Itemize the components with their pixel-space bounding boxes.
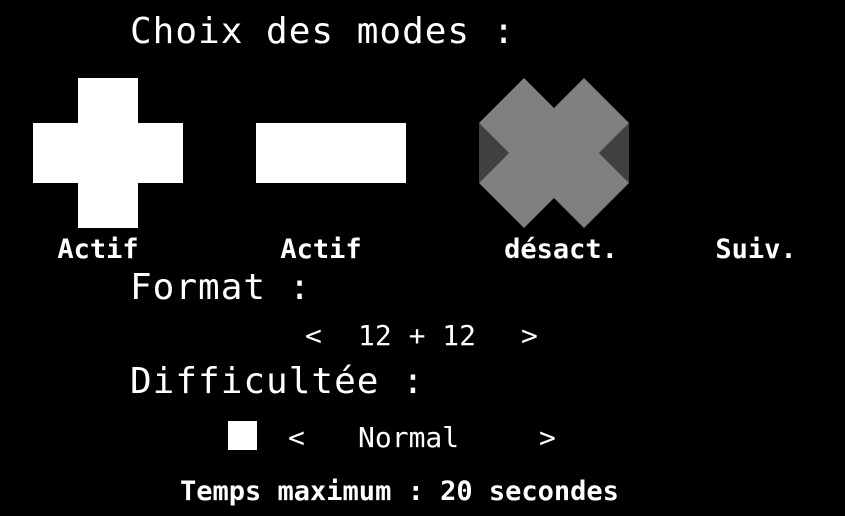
plus-icon [33, 78, 183, 228]
difficulty-next-arrow[interactable]: > [539, 424, 556, 452]
mode-button-multiplication[interactable] [479, 78, 629, 228]
format-value: 12 + 12 [358, 319, 477, 352]
next-button[interactable]: Suiv. [661, 236, 845, 263]
mode-label-multiplication: désact. [504, 234, 618, 265]
difficulty-value: Normal [358, 421, 460, 454]
format-prev-arrow[interactable]: < [305, 322, 322, 350]
difficulty-heading: Difficultée : [130, 361, 425, 402]
minus-icon [256, 123, 406, 183]
time-limit-text: Temps maximum : 20 secondes [180, 476, 619, 507]
multiply-icon [479, 78, 629, 228]
difficulty-color-square [228, 421, 257, 450]
format-next-arrow[interactable]: > [521, 322, 538, 350]
difficulty-prev-arrow[interactable]: < [288, 424, 305, 452]
page-title: Choix des modes : [130, 11, 516, 52]
mode-label-subtraction: Actif [280, 234, 362, 265]
mode-label-addition: Actif [57, 234, 139, 265]
mode-button-subtraction[interactable] [256, 123, 406, 183]
mode-button-addition[interactable] [33, 78, 183, 228]
format-heading: Format : [130, 267, 312, 308]
